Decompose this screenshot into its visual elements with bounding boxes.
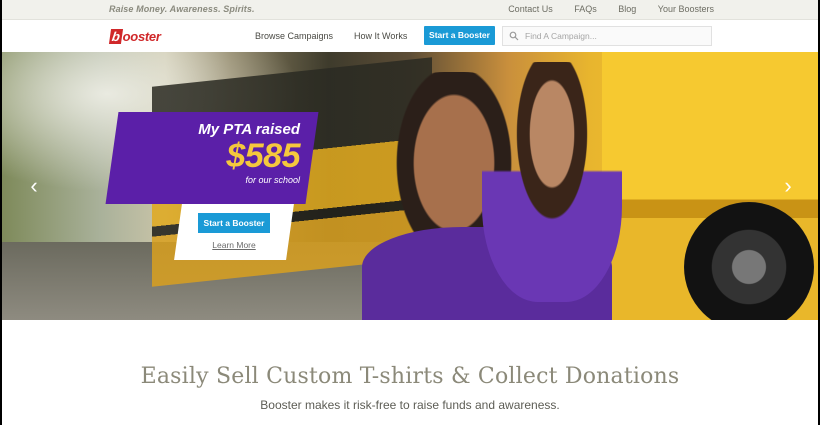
promo-subtitle: for our school [245, 175, 300, 185]
promo-card: My PTA raised $585 for our school [112, 112, 312, 204]
utility-links: Contact Us FAQs Blog Your Boosters [489, 4, 714, 14]
browser-page: Raise Money. Awareness. Spirits. Contact… [2, 0, 818, 425]
promo-title: My PTA raised [198, 121, 300, 138]
your-boosters-link[interactable]: Your Boosters [658, 4, 714, 14]
blog-link[interactable]: Blog [618, 4, 636, 14]
faqs-link[interactable]: FAQs [574, 4, 597, 14]
start-booster-nav-button[interactable]: Start a Booster [424, 26, 495, 45]
page-subheadline: Booster makes it risk-free to raise fund… [260, 398, 560, 412]
logo-mark: b [108, 29, 123, 44]
start-booster-hero-button[interactable]: Start a Booster [198, 213, 270, 233]
carousel-prev-arrow-icon[interactable]: ‹ [24, 173, 44, 199]
utility-bar: Raise Money. Awareness. Spirits. Contact… [2, 0, 818, 20]
search-input[interactable] [525, 29, 707, 43]
campaign-search [502, 26, 712, 46]
how-it-works-link[interactable]: How It Works [354, 31, 407, 41]
browse-campaigns-link[interactable]: Browse Campaigns [255, 31, 333, 41]
promo-amount: $585 [226, 137, 300, 175]
hero-photo-child [482, 62, 622, 302]
tagline: Raise Money. Awareness. Spirits. [109, 4, 255, 14]
main-nav: b ooster Browse Campaigns How It Works St… [2, 20, 818, 52]
hero-banner: My PTA raised $585 for our school Start … [2, 52, 818, 320]
booster-logo[interactable]: b ooster [108, 29, 161, 44]
carousel-next-arrow-icon[interactable]: › [778, 173, 798, 199]
page-headline: Easily Sell Custom T-shirts & Collect Do… [140, 364, 680, 389]
contact-us-link[interactable]: Contact Us [508, 4, 553, 14]
learn-more-link[interactable]: Learn More [198, 240, 270, 250]
logo-text: ooster [122, 29, 161, 44]
hero-photo-wheel [684, 202, 814, 320]
search-icon [509, 31, 519, 41]
